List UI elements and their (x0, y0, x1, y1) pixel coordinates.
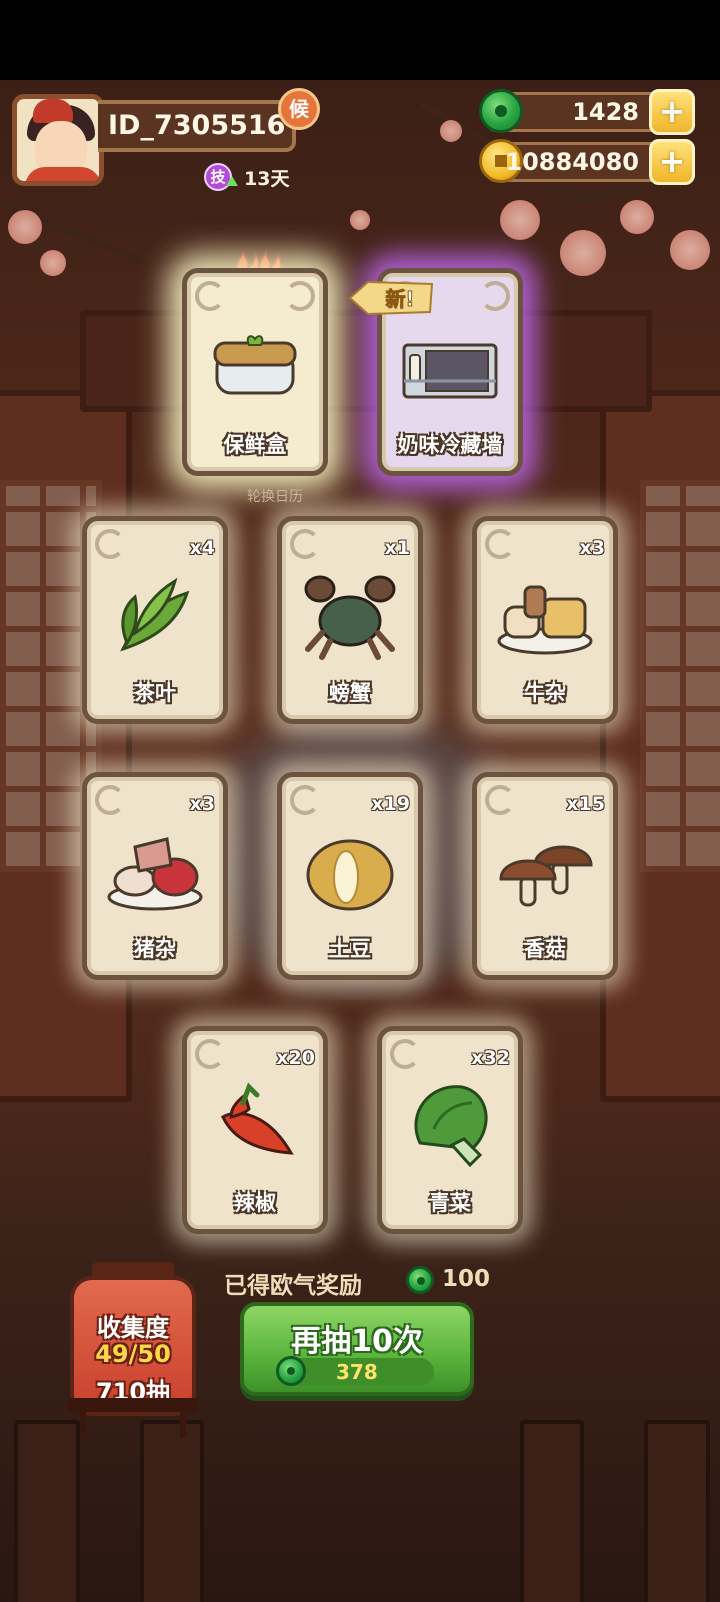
corner-ornament (195, 281, 225, 311)
floor-post (644, 1420, 710, 1602)
avatar-hat (33, 99, 73, 123)
corner-ornament (285, 281, 315, 311)
draw-button-label: 再抽10次 (291, 1324, 423, 1359)
add-jade-button[interactable]: + (649, 89, 695, 135)
card-featured-food-container[interactable]: 保鲜盒 (182, 268, 328, 476)
draw-cost: 378 (276, 1356, 434, 1386)
tea-leaf-icon (120, 577, 190, 652)
avatar-body (25, 167, 99, 181)
status-bar (0, 0, 720, 80)
blossom (500, 200, 540, 240)
chili-icon (221, 1082, 294, 1155)
new-tag-label: 新! (385, 287, 414, 311)
corner-ornament (95, 785, 125, 815)
fridge-wall-icon (402, 343, 498, 399)
lantern-leg (180, 1408, 186, 1438)
card-count: x15 (566, 793, 605, 815)
card-count: x4 (189, 537, 215, 559)
card-name: 香菇 (524, 937, 566, 961)
player-avatar[interactable] (12, 94, 104, 186)
rank-badge[interactable]: 候 (278, 88, 320, 130)
collection-progress: 49/50 (95, 1340, 171, 1368)
potato-icon (306, 839, 394, 911)
skill-days: 13天 (244, 168, 290, 190)
mushroom-icon (499, 845, 593, 907)
top-beam (80, 310, 652, 412)
pork-offal-icon (107, 837, 203, 911)
floor-post (140, 1420, 204, 1602)
card-name: 螃蟹 (329, 681, 371, 705)
blossom (670, 230, 710, 270)
card-name: 保鲜盒 (223, 433, 287, 457)
jade-icon (276, 1356, 306, 1386)
card-crab[interactable]: x1 螃蟹 (277, 516, 423, 724)
card-beef-offal[interactable]: x3 牛杂 (472, 516, 618, 724)
add-coins-button[interactable]: + (649, 139, 695, 185)
card-name: 奶味冷藏墙 (397, 433, 503, 457)
card-name: 猪杂 (134, 937, 176, 961)
reward-label: 已得欧气奖励 (224, 1273, 362, 1299)
card-bok-choy[interactable]: x32 青菜 (377, 1026, 523, 1234)
card-chili[interactable]: x20 辣椒 (182, 1026, 328, 1234)
card-name: 青菜 (429, 1191, 471, 1215)
card-name: 土豆 (329, 937, 371, 961)
skill-up-arrow-icon (226, 176, 238, 186)
jade-resource-bar: 1428 + (479, 89, 695, 135)
card-count: x3 (189, 793, 215, 815)
coin-value: 10884080 (505, 148, 639, 176)
crab-icon (304, 575, 396, 660)
card-count: x1 (384, 537, 410, 559)
card-pork-offal[interactable]: x3 猪杂 (82, 772, 228, 980)
jade-icon (406, 1266, 434, 1294)
card-name: 茶叶 (134, 681, 176, 705)
floor-post (14, 1420, 80, 1602)
corner-ornament (195, 1039, 225, 1069)
floor-post (520, 1420, 584, 1602)
card-tea-leaf[interactable]: x4 茶叶 (82, 516, 228, 724)
bok-choy-icon (414, 1085, 488, 1168)
draw-again-button[interactable]: 再抽10次 378 (240, 1302, 474, 1396)
lantern-leg (80, 1408, 86, 1438)
card-count: x32 (471, 1047, 510, 1069)
card-name: 牛杂 (524, 681, 566, 705)
player-id: ID_7305516 (98, 100, 296, 152)
collection-label: 收集度 (97, 1314, 169, 1342)
card-count: x3 (579, 537, 605, 559)
jade-value: 1428 (572, 98, 639, 126)
blossom (620, 200, 654, 234)
reward-value: 100 (442, 1266, 491, 1292)
card-name: 辣椒 (234, 1191, 276, 1215)
card-mushroom[interactable]: x15 香菇 (472, 772, 618, 980)
blossom (440, 120, 462, 142)
lantern-base (68, 1398, 198, 1412)
lantern-body: 收集度 49/50 710抽 (70, 1276, 196, 1416)
beef-offal-icon (497, 585, 593, 655)
draw-cost-value: 378 (336, 1360, 378, 1384)
jade-icon (479, 89, 523, 133)
blossom (350, 210, 370, 230)
card-potato[interactable]: x19 土豆 (277, 772, 423, 980)
corner-ornament (485, 785, 515, 815)
coin-resource-bar: 10884080 + (479, 139, 695, 185)
corner-ornament (290, 785, 320, 815)
corner-ornament (390, 1039, 420, 1069)
card-count: x20 (276, 1047, 315, 1069)
food-container-icon (213, 335, 297, 395)
blossom (40, 250, 66, 276)
corner-ornament (290, 529, 320, 559)
collection-lantern[interactable]: 收集度 49/50 710抽 (70, 1262, 196, 1416)
blossom (560, 230, 606, 276)
corner-ornament (485, 529, 515, 559)
card-count: x19 (371, 793, 410, 815)
new-tag-icon: 新! (348, 280, 434, 316)
blossom (8, 210, 42, 244)
rotating-calendar-label: 轮换日历 (247, 489, 303, 505)
corner-ornament (95, 529, 125, 559)
corner-ornament (480, 281, 510, 311)
right-window (640, 480, 720, 872)
